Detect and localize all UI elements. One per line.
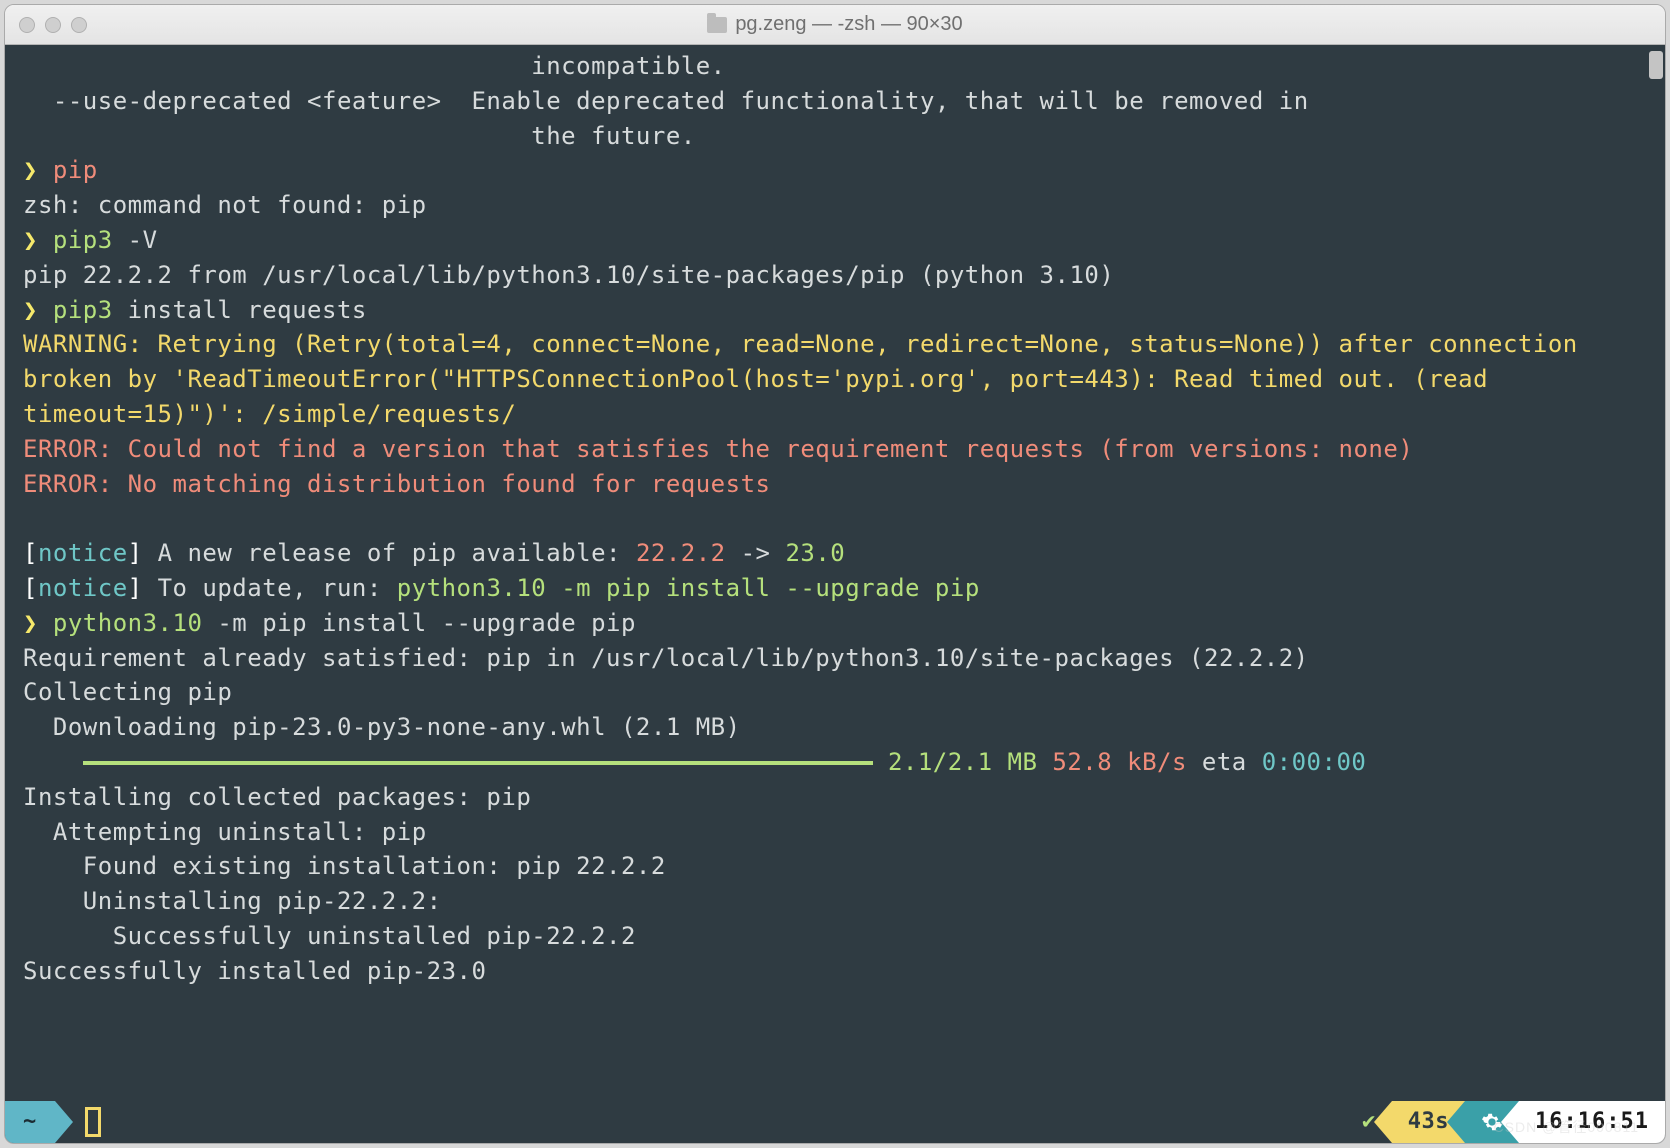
progress-bar <box>83 761 873 765</box>
output-error: ERROR: No matching distribution found fo… <box>23 470 770 498</box>
window-title: pg.zeng — -zsh — 90×30 <box>5 13 1665 36</box>
status-bar: ~ ✔ 43s 16:16:51 <box>5 1101 1665 1143</box>
notice-bracket: [ <box>23 539 38 567</box>
output-downloading: Downloading pip-23.0-py3-none-any.whl (2… <box>23 713 741 741</box>
titlebar: pg.zeng — -zsh — 90×30 <box>5 5 1665 45</box>
zoom-icon[interactable] <box>71 17 87 33</box>
notice-label: notice <box>38 539 128 567</box>
cmd-pip3: pip3 <box>53 226 113 254</box>
scrollbar-thumb[interactable] <box>1649 51 1663 79</box>
window-controls <box>19 17 87 33</box>
progress-eta: 0:00:00 <box>1262 748 1367 776</box>
prompt-symbol: ❯ <box>23 156 53 184</box>
window-title-text: pg.zeng — -zsh — 90×30 <box>735 13 962 36</box>
watermark: CSDN @管径000811 <box>1494 1117 1639 1137</box>
output-install: Attempting uninstall: pip <box>23 818 427 846</box>
terminal-window: pg.zeng — -zsh — 90×30 incompatible. --u… <box>4 4 1666 1144</box>
output-install: Uninstalling pip-22.2.2: <box>23 887 442 915</box>
output-warning: WARNING: Retrying (Retry(total=4, connec… <box>23 330 1593 428</box>
cursor-icon <box>85 1107 101 1137</box>
output-error: ERROR: Could not find a version that sat… <box>23 435 1413 463</box>
prompt-symbol: ❯ <box>23 296 53 324</box>
close-icon[interactable] <box>19 17 35 33</box>
output-install: Successfully uninstalled pip-22.2.2 <box>23 922 636 950</box>
progress-speed: 52.8 kB/s <box>1037 748 1187 776</box>
help-text: incompatible. --use-deprecated <feature>… <box>23 52 1309 150</box>
output-install: Installing collected packages: pip <box>23 783 531 811</box>
output-install: Found existing installation: pip 22.2.2 <box>23 852 666 880</box>
prompt-symbol: ❯ <box>23 609 53 637</box>
prompt-symbol: ❯ <box>23 226 53 254</box>
progress-size: 2.1/2.1 MB <box>873 748 1037 776</box>
cmd-upgrade: python3.10 <box>53 609 203 637</box>
output-pip-version: pip 22.2.2 from /usr/local/lib/python3.1… <box>23 261 1114 289</box>
notice-label: notice <box>38 574 128 602</box>
notice-bracket: [ <box>23 574 38 602</box>
output-req-sat: Requirement already satisfied: pip in /u… <box>23 644 1309 672</box>
cmd-pip: pip <box>53 156 98 184</box>
output-not-found: zsh: command not found: pip <box>23 191 427 219</box>
terminal-body[interactable]: incompatible. --use-deprecated <feature>… <box>5 45 1665 1143</box>
cmd-pip3-install: pip3 <box>53 296 113 324</box>
minimize-icon[interactable] <box>45 17 61 33</box>
output-collecting: Collecting pip <box>23 678 232 706</box>
folder-icon <box>707 17 727 33</box>
output-install-success: Successfully installed pip-23.0 <box>23 957 486 985</box>
status-cwd: ~ <box>5 1101 55 1143</box>
